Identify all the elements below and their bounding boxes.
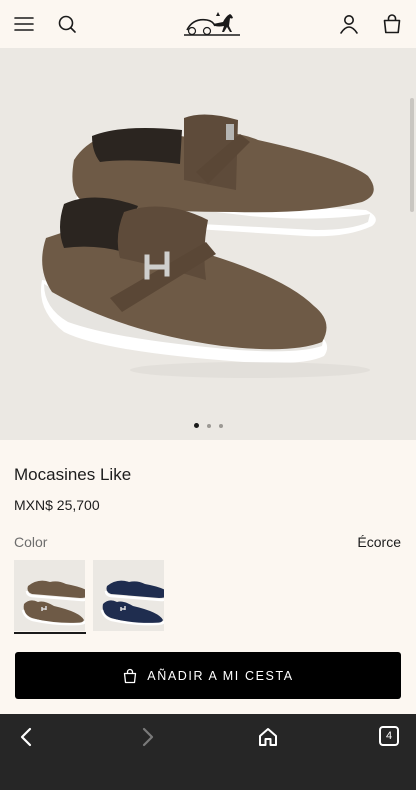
add-to-cart-button[interactable]: AÑADIR A MI CESTA — [15, 652, 401, 699]
selected-swatch-indicator — [14, 632, 86, 634]
carousel-dot-3[interactable] — [218, 424, 223, 428]
forward-icon[interactable] — [135, 725, 159, 749]
add-to-cart-label: AÑADIR A MI CESTA — [147, 668, 294, 683]
swatch-brown[interactable] — [14, 560, 85, 631]
product-title: Mocasines Like — [14, 465, 132, 484]
carousel-dot-1[interactable] — [193, 423, 199, 428]
swatch-brown-image — [21, 580, 85, 626]
product-photo — [40, 114, 376, 378]
site-header — [0, 0, 416, 48]
product-image-gallery[interactable] — [0, 48, 416, 440]
swatch-navy[interactable] — [93, 560, 164, 631]
browser-toolbar: 4 — [0, 714, 416, 790]
gallery-scrollbar[interactable] — [410, 98, 414, 212]
carousel-dots — [0, 423, 416, 428]
bag-icon[interactable] — [380, 12, 404, 36]
product-price: MXN$ 25,700 — [14, 497, 100, 513]
tab-count: 4 — [385, 730, 393, 742]
search-icon[interactable] — [55, 12, 79, 36]
hermes-carriage-logo[interactable] — [183, 10, 241, 36]
tabs-icon[interactable]: 4 — [379, 726, 399, 746]
account-icon[interactable] — [337, 12, 361, 36]
bag-icon — [124, 668, 137, 683]
carousel-dot-2[interactable] — [206, 424, 211, 428]
color-label: Color — [14, 534, 48, 550]
back-icon[interactable] — [15, 725, 39, 749]
swatch-navy-image — [100, 580, 164, 626]
menu-icon[interactable] — [12, 12, 36, 36]
home-icon[interactable] — [256, 725, 280, 749]
color-value: Écorce — [357, 534, 401, 550]
